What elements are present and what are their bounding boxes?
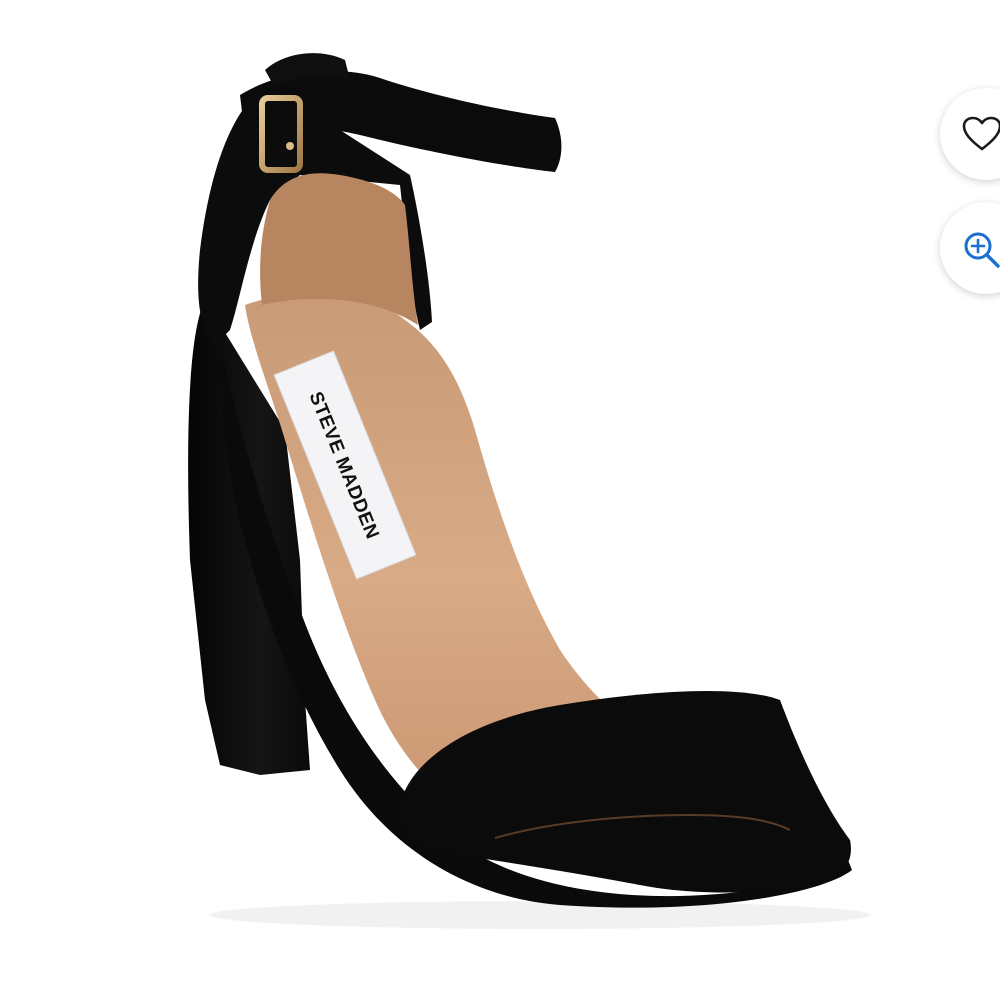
- heart-outline-icon: [962, 116, 1000, 151]
- ground-shadow: [210, 901, 870, 929]
- product-image-viewer: STEVE MADDEN: [0, 0, 1000, 1000]
- zoom-in-icon: [964, 232, 1000, 268]
- product-photo[interactable]: STEVE MADDEN: [0, 0, 1000, 1000]
